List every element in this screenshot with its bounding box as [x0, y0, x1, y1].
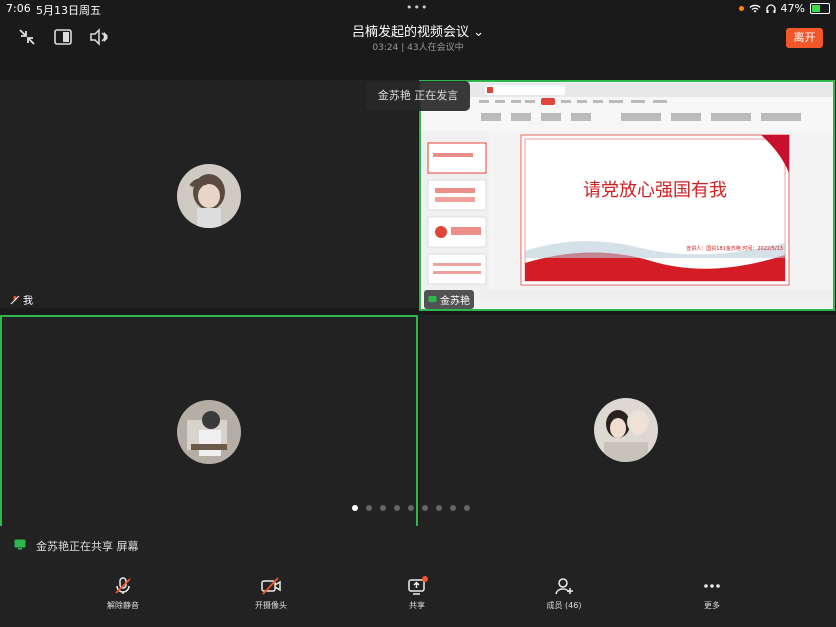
multitask-dots[interactable]: ••• — [406, 1, 428, 14]
members-button[interactable]: 成员 (46) — [524, 576, 604, 611]
leave-button[interactable]: 离开 — [786, 28, 823, 48]
share-button[interactable]: 共享 — [377, 576, 457, 611]
meeting-toolbar: 解除静音 开摄像头 共享 成员 (46) 更多 — [0, 564, 836, 627]
page-dot[interactable] — [422, 505, 428, 511]
status-bar: 7:06 5月13日周五 ••• 47% — [0, 0, 836, 18]
speaking-banner: 金苏艳 正在发言 — [366, 81, 470, 111]
page-dot[interactable] — [366, 505, 372, 511]
slide-footer: 宣讲人：国贸181金苏艳 时间：2022/5/13 — [686, 246, 783, 252]
page-dot[interactable] — [408, 505, 414, 511]
more-button[interactable]: 更多 — [672, 576, 752, 611]
share-screen-icon — [408, 576, 428, 595]
slide-heading: 请党放心强国有我 — [583, 180, 727, 201]
battery-percent: 47% — [780, 2, 805, 15]
meeting-header: 吕楠发起的视频会议 ⌄ 03:24 | 43人在会议中 离开 — [0, 18, 836, 62]
page-dot[interactable] — [436, 505, 442, 511]
members-icon — [555, 578, 573, 595]
avatar — [177, 400, 241, 464]
date: 5月13日周五 — [36, 4, 101, 17]
video-tile-participant[interactable] — [0, 315, 418, 526]
self-label: 我 — [10, 292, 33, 307]
page-dot[interactable] — [352, 505, 358, 511]
screen-share-icon — [14, 539, 26, 550]
wifi-icon — [749, 4, 761, 13]
avatar — [594, 398, 658, 462]
mic-muted-icon — [10, 295, 20, 304]
video-tile-participant[interactable] — [419, 315, 836, 526]
privacy-indicator-icon — [738, 6, 744, 11]
clock: 7:06 — [6, 2, 31, 15]
battery-icon — [810, 3, 830, 14]
unmute-button[interactable]: 解除静音 — [83, 576, 163, 611]
camera-off-icon — [261, 577, 281, 595]
meeting-duration: 03:24 — [372, 43, 399, 53]
meeting-subtitle: 03:24 | 43人在会议中 — [372, 43, 464, 53]
share-notice-text: 金苏艳正在共享 屏幕 — [36, 540, 139, 553]
page-dot[interactable] — [380, 505, 386, 511]
headphones-icon — [765, 3, 776, 13]
page-indicator[interactable] — [352, 505, 470, 511]
mic-muted-icon — [115, 577, 131, 594]
meeting-title[interactable]: 吕楠发起的视频会议 ⌄ — [0, 21, 836, 40]
attendee-count: 43人在会议中 — [407, 43, 464, 53]
presenter-label: 金苏艳 — [424, 290, 474, 309]
share-notice-bar: 金苏艳正在共享 屏幕 — [0, 526, 836, 564]
shared-screen: 请党放心强国有我 宣讲人：国贸181金苏艳 时间：2022/5/13 — [421, 83, 833, 309]
chevron-down-icon[interactable]: ⌄ — [473, 25, 484, 40]
page-dot[interactable] — [394, 505, 400, 511]
camera-button[interactable]: 开摄像头 — [231, 576, 311, 611]
avatar — [177, 164, 241, 228]
page-dot[interactable] — [450, 505, 456, 511]
page-dot[interactable] — [464, 505, 470, 511]
more-icon — [704, 584, 720, 588]
video-tile-self[interactable]: 我 — [0, 80, 418, 308]
screen-share-icon — [428, 296, 437, 302]
